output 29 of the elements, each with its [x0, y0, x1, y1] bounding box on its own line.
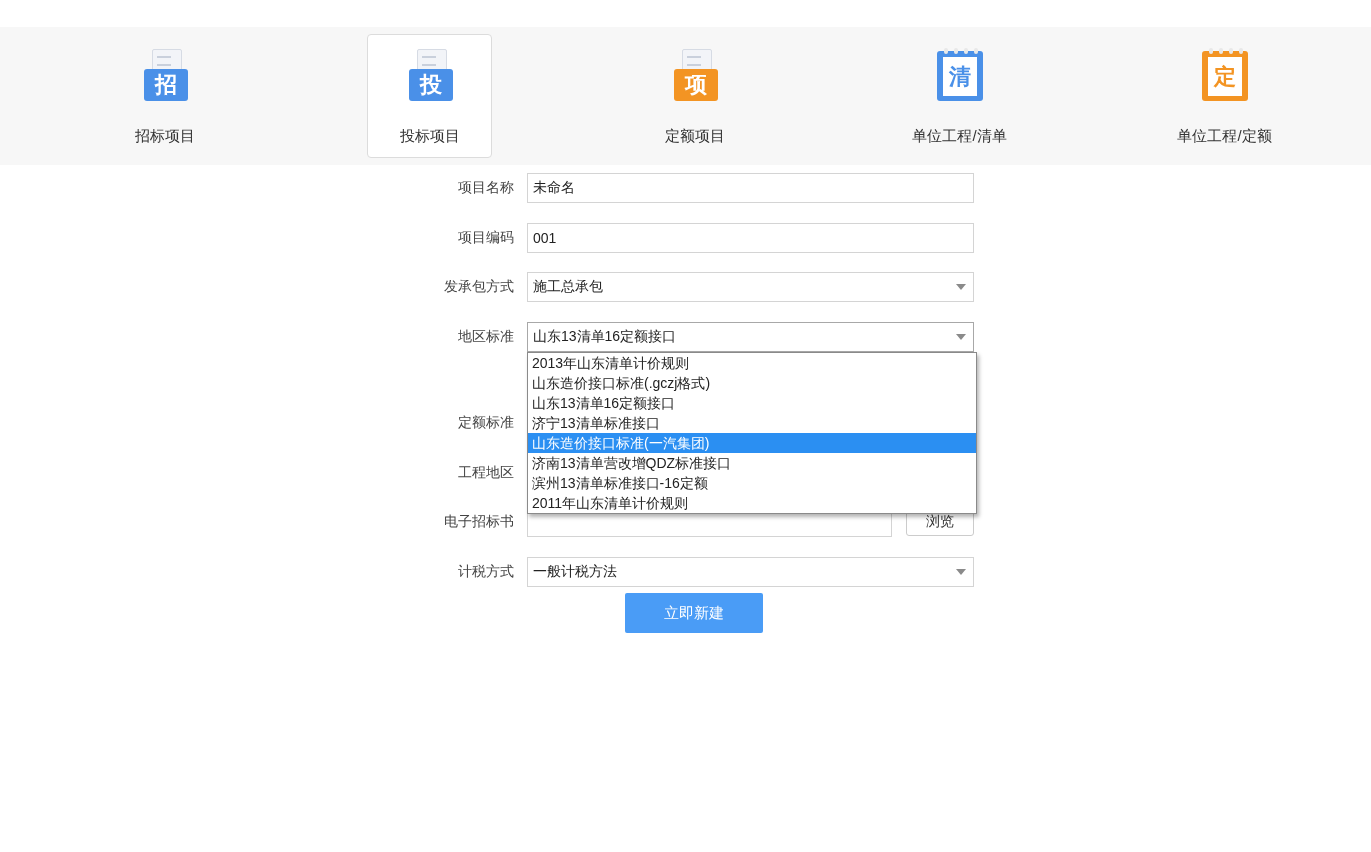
field-label: 项目名称 — [457, 179, 514, 197]
dropdown-option[interactable]: 济宁13清单标准接口 — [528, 412, 976, 433]
project-type-tab[interactable]: 投 投标项目 — [367, 34, 492, 158]
dropdown-field[interactable]: 一般计税方法 — [527, 556, 974, 587]
field-label: 定额标准 — [457, 414, 514, 432]
dropdown-option[interactable]: 山东13清单16定额接口 — [528, 392, 976, 413]
notebook-icon: 清 — [936, 51, 983, 101]
input-field[interactable]: 001 — [527, 222, 974, 253]
caret-icon[interactable] — [956, 568, 966, 575]
dropdown-field[interactable]: 山东13清单16定额接口 — [527, 321, 974, 352]
dropdown-option[interactable]: 山东造价接口标准(.gczj格式) — [528, 372, 976, 393]
project-type-tab[interactable]: 清 单位工程/清单 — [897, 34, 1022, 158]
field-label: 地区标准 — [457, 327, 514, 346]
dropdown-option[interactable]: 2013年山东清单计价规则 — [528, 352, 976, 373]
dropdown-field[interactable]: 施工总承包 — [527, 272, 974, 302]
input-field[interactable]: 未命名 — [527, 173, 974, 203]
field-label: 发承包方式 — [443, 278, 514, 296]
caret-icon[interactable] — [956, 333, 966, 340]
project-type-tab[interactable]: 招 招标项目 — [102, 34, 227, 158]
field-label: 项目编码 — [457, 228, 514, 247]
field-label: 计税方式 — [457, 562, 514, 581]
dropdown-option[interactable]: 济南13清单营改增QDZ标准接口 — [528, 452, 976, 473]
field-label: 工程地区 — [457, 463, 514, 482]
project-type-tab[interactable]: 项 定额项目 — [632, 34, 757, 158]
dropdown-option[interactable]: 滨州13清单标准接口-16定额 — [528, 472, 976, 493]
notebook-icon: 定 — [1201, 51, 1248, 101]
caret-icon[interactable] — [956, 284, 966, 290]
project-type-tab[interactable]: 定 单位工程/定额 — [1162, 34, 1287, 158]
field-label: 电子招标书 — [443, 513, 514, 531]
